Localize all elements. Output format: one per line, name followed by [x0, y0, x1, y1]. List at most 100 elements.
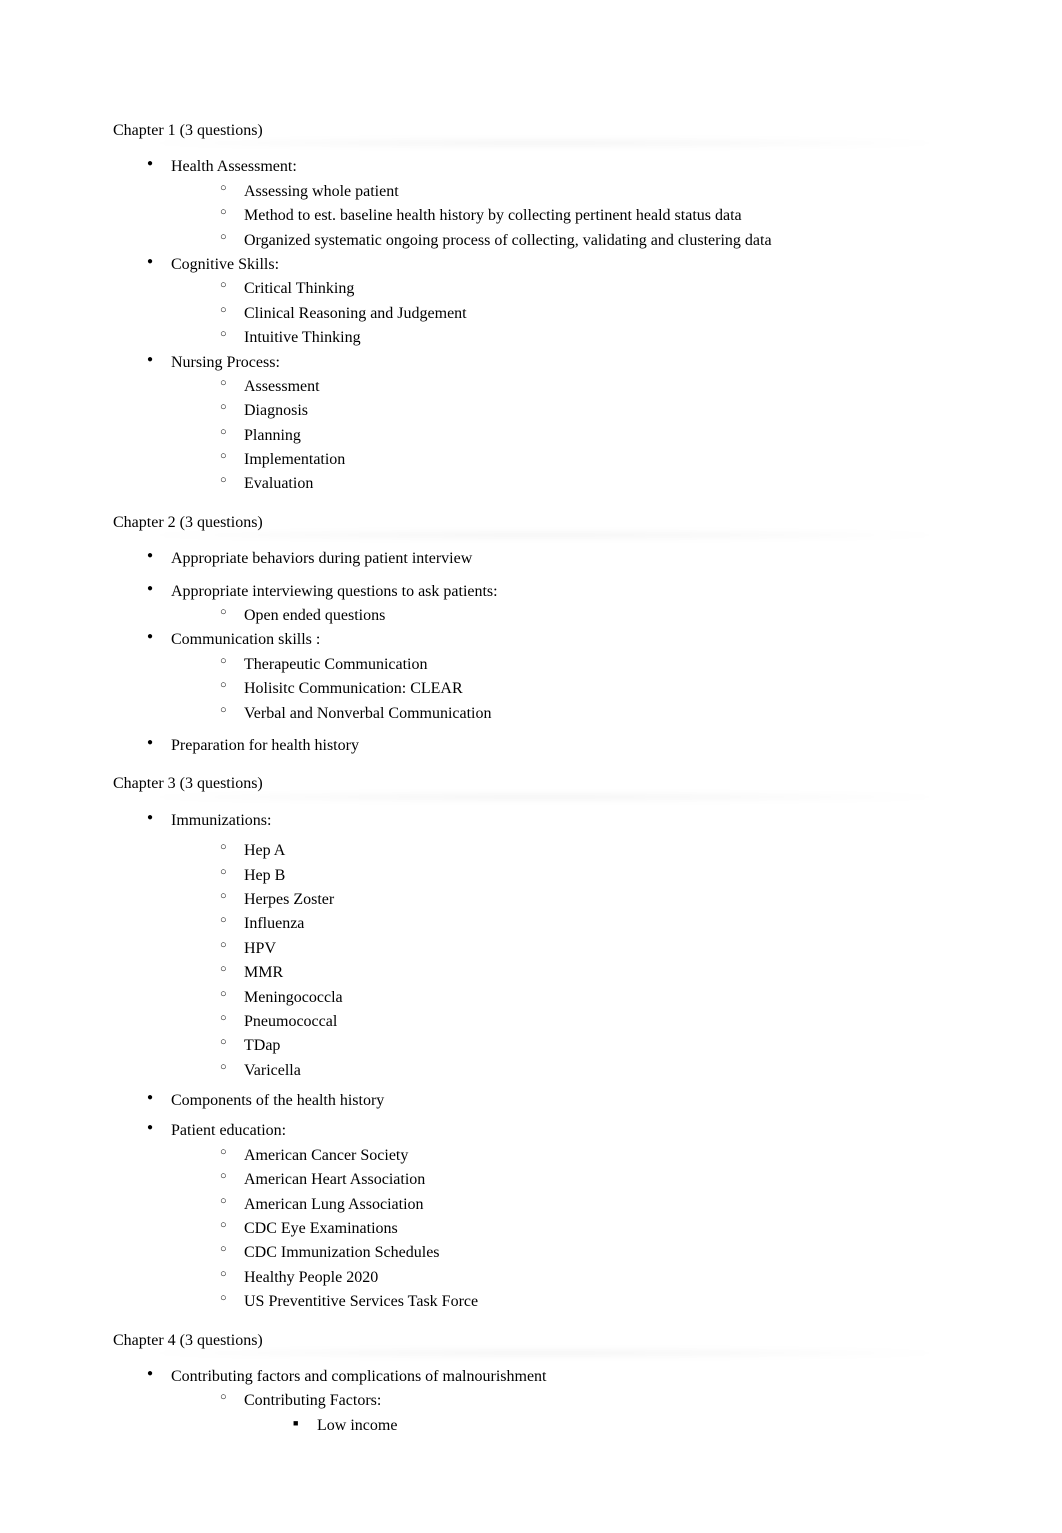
bullet-list-level2: Critical Thinking Clinical Reasoning and…: [171, 278, 949, 349]
chapter-heading: Chapter 1 (3 questions): [113, 120, 949, 142]
bullet-list-level2: American Cancer Society American Heart A…: [171, 1145, 949, 1314]
list-item-text: Intuitive Thinking: [244, 329, 361, 346]
list-item: Verbal and Nonverbal Communication: [226, 703, 949, 725]
list-item: Patient education: American Cancer Socie…: [153, 1120, 949, 1313]
list-item-text: Contributing factors and complications o…: [171, 1368, 546, 1385]
list-item: Holisitc Communication: CLEAR: [226, 678, 949, 700]
list-item-text: Preparation for health history: [171, 737, 359, 754]
list-item: Appropriate interviewing questions to as…: [153, 581, 949, 628]
list-item-text: Health Assessment:: [171, 158, 297, 175]
list-item: Hep B: [226, 865, 949, 887]
list-item: Herpes Zoster: [226, 889, 949, 911]
list-item: Preparation for health history: [153, 735, 949, 757]
list-item-text: Open ended questions: [244, 607, 385, 624]
bullet-list-level2: Hep A Hep B Herpes Zoster Influenza HPV …: [171, 840, 949, 1082]
list-item-text: Low income: [317, 1417, 397, 1434]
list-item: Method to est. baseline health history b…: [226, 205, 949, 227]
list-item-text: Contributing Factors:: [244, 1392, 381, 1409]
list-item: Intuitive Thinking: [226, 327, 949, 349]
list-item-text: American Heart Association: [244, 1171, 425, 1188]
list-item: American Heart Association: [226, 1169, 949, 1191]
list-item: CDC Eye Examinations: [226, 1218, 949, 1240]
list-item-text: Influenza: [244, 915, 304, 932]
list-item-text: Assessment: [244, 378, 320, 395]
list-item: TDap: [226, 1035, 949, 1057]
list-item: Components of the health history: [153, 1090, 949, 1112]
list-item-text: Healthy People 2020: [244, 1269, 378, 1286]
list-item: Hep A: [226, 840, 949, 862]
bullet-list-level2: Open ended questions: [171, 605, 949, 627]
list-item-text: Varicella: [244, 1062, 301, 1079]
chapter-heading: Chapter 3 (3 questions): [113, 773, 949, 795]
list-item-text: US Preventitive Services Task Force: [244, 1293, 478, 1310]
list-item: Pneumococcal: [226, 1011, 949, 1033]
list-item-text: Assessing whole patient: [244, 183, 399, 200]
list-item: Open ended questions: [226, 605, 949, 627]
bullet-list-level2: Assessing whole patient Method to est. b…: [171, 181, 949, 252]
list-item-text: Appropriate interviewing questions to as…: [171, 583, 498, 600]
list-item: Implementation: [226, 449, 949, 471]
list-item: Evaluation: [226, 473, 949, 495]
list-item: American Cancer Society: [226, 1145, 949, 1167]
bullet-list-level1: Immunizations: Hep A Hep B Herpes Zoster…: [113, 810, 949, 1314]
list-item-text: Cognitive Skills:: [171, 256, 279, 273]
list-item-text: Critical Thinking: [244, 280, 354, 297]
list-item: Influenza: [226, 913, 949, 935]
bullet-list-level2: Assessment Diagnosis Planning Implementa…: [171, 376, 949, 496]
list-item: MMR: [226, 962, 949, 984]
list-item-text: Method to est. baseline health history b…: [244, 207, 742, 224]
list-item-text: Communication skills :: [171, 631, 320, 648]
list-item-text: HPV: [244, 940, 276, 957]
list-item-text: Nursing Process:: [171, 354, 280, 371]
list-item: Assessment: [226, 376, 949, 398]
list-item: Critical Thinking: [226, 278, 949, 300]
list-item: Clinical Reasoning and Judgement: [226, 303, 949, 325]
list-item-text: Herpes Zoster: [244, 891, 334, 908]
bullet-list-level2: Contributing Factors: Low income: [171, 1390, 949, 1437]
list-item: Healthy People 2020: [226, 1267, 949, 1289]
bullet-list-level1: Health Assessment: Assessing whole patie…: [113, 156, 949, 495]
list-item: Planning: [226, 425, 949, 447]
bullet-list-level3: Low income: [244, 1415, 949, 1437]
list-item: American Lung Association: [226, 1194, 949, 1216]
list-item-text: Therapeutic Communication: [244, 656, 428, 673]
list-item: Organized systematic ongoing process of …: [226, 230, 949, 252]
list-item-text: Patient education:: [171, 1122, 286, 1139]
bullet-list-level2: Therapeutic Communication Holisitc Commu…: [171, 654, 949, 725]
list-item-text: Diagnosis: [244, 402, 308, 419]
list-item-text: American Lung Association: [244, 1196, 424, 1213]
list-item: Appropriate behaviors during patient int…: [153, 548, 949, 570]
list-item-text: Meningococcla: [244, 989, 343, 1006]
list-item: Immunizations: Hep A Hep B Herpes Zoster…: [153, 810, 949, 1082]
list-item-text: CDC Immunization Schedules: [244, 1244, 440, 1261]
list-item-text: CDC Eye Examinations: [244, 1220, 398, 1237]
chapter-heading: Chapter 2 (3 questions): [113, 512, 949, 534]
list-item-text: Implementation: [244, 451, 345, 468]
list-item: CDC Immunization Schedules: [226, 1242, 949, 1264]
chapter-heading: Chapter 4 (3 questions): [113, 1330, 949, 1352]
list-item-text: Evaluation: [244, 475, 313, 492]
list-item: Meningococcla: [226, 987, 949, 1009]
bullet-list-level1: Appropriate behaviors during patient int…: [113, 548, 949, 757]
list-item-text: Holisitc Communication: CLEAR: [244, 680, 463, 697]
list-item: Contributing Factors: Low income: [226, 1390, 949, 1437]
list-item: Low income: [299, 1415, 949, 1437]
list-item: Diagnosis: [226, 400, 949, 422]
list-item-text: Verbal and Nonverbal Communication: [244, 705, 492, 722]
list-item: Health Assessment: Assessing whole patie…: [153, 156, 949, 252]
list-item-text: Hep B: [244, 867, 285, 884]
list-item-text: Components of the health history: [171, 1092, 384, 1109]
list-item-text: MMR: [244, 964, 283, 981]
list-item: Therapeutic Communication: [226, 654, 949, 676]
list-item-text: TDap: [244, 1037, 280, 1054]
list-item: Varicella: [226, 1060, 949, 1082]
list-item: Cognitive Skills: Critical Thinking Clin…: [153, 254, 949, 350]
list-item: Communication skills : Therapeutic Commu…: [153, 629, 949, 725]
list-item: HPV: [226, 938, 949, 960]
list-item-text: Planning: [244, 427, 301, 444]
list-item-text: Hep A: [244, 842, 285, 859]
list-item-text: Organized systematic ongoing process of …: [244, 232, 772, 249]
list-item-text: Pneumococcal: [244, 1013, 337, 1030]
list-item-text: Immunizations:: [171, 812, 271, 829]
list-item: Nursing Process: Assessment Diagnosis Pl…: [153, 352, 949, 496]
